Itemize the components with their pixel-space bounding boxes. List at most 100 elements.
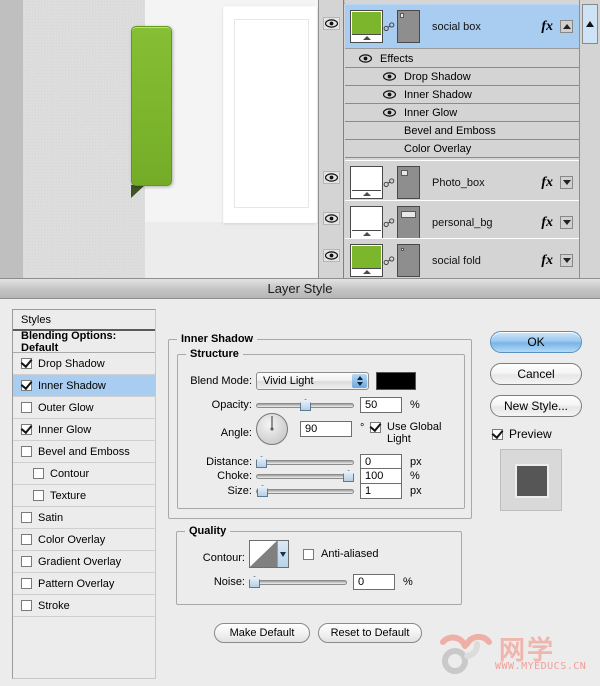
checkbox-color-overlay[interactable] <box>21 534 32 545</box>
style-item-color-overlay[interactable]: Color Overlay <box>13 529 155 551</box>
noise-slider[interactable] <box>249 575 347 589</box>
eye-icon[interactable] <box>323 17 340 30</box>
layer-row-photo-box[interactable]: ☍ Photo_box fx <box>345 160 579 205</box>
effect-row-bevel-and-emboss[interactable]: Bevel and Emboss <box>345 122 579 140</box>
style-item-contour[interactable]: Contour <box>13 463 155 485</box>
eye-icon[interactable] <box>323 212 340 225</box>
fx-badge-icon[interactable]: fx <box>541 215 553 231</box>
eye-icon[interactable] <box>323 249 340 262</box>
checkbox-pattern-overlay[interactable] <box>21 578 32 589</box>
chevron-down-icon[interactable] <box>277 541 288 567</box>
make-default-button[interactable]: Make Default <box>214 623 310 643</box>
new-style-button[interactable]: New Style... <box>490 395 582 417</box>
checkbox-contour[interactable] <box>33 468 44 479</box>
eye-icon[interactable] <box>357 53 374 65</box>
checkbox-bevel-and-emboss[interactable] <box>21 446 32 457</box>
effects-row[interactable]: Effects <box>345 50 579 68</box>
layers-panel[interactable]: ☍ social box fx Effects Drop Shadow Inne… <box>318 0 600 278</box>
blend-mode-select[interactable]: Vivid Light <box>256 372 369 390</box>
style-item-satin[interactable]: Satin <box>13 507 155 529</box>
layers-scrollbar[interactable] <box>579 0 600 278</box>
link-mask-icon[interactable]: ☍ <box>383 20 395 34</box>
layer-mask-thumbnail[interactable] <box>397 244 420 277</box>
effect-row-color-overlay[interactable]: Color Overlay <box>345 140 579 158</box>
style-item-inner-glow[interactable]: Inner Glow <box>13 419 155 441</box>
checkbox-inner-shadow[interactable] <box>21 380 32 391</box>
expand-effects-toggle[interactable] <box>560 254 573 267</box>
slider-knob[interactable] <box>249 576 260 588</box>
fx-badge-icon[interactable]: fx <box>541 175 553 191</box>
size-input[interactable]: 1 <box>360 483 402 499</box>
eye-icon[interactable] <box>381 71 398 83</box>
distance-slider[interactable] <box>256 455 354 469</box>
checkbox-drop-shadow[interactable] <box>21 358 32 369</box>
style-item-pattern-overlay[interactable]: Pattern Overlay <box>13 573 155 595</box>
layers-list[interactable]: ☍ social box fx Effects Drop Shadow Inne… <box>345 0 579 278</box>
layer-mask-thumbnail[interactable] <box>397 206 420 239</box>
fx-badge-icon[interactable]: fx <box>541 19 553 35</box>
checkbox-anti-aliased[interactable] <box>303 549 314 560</box>
effect-row-inner-glow[interactable]: Inner Glow <box>345 104 579 122</box>
eye-icon[interactable] <box>381 89 398 101</box>
eye-icon[interactable] <box>381 107 398 119</box>
scroll-up-button[interactable] <box>582 4 598 44</box>
choke-slider[interactable] <box>256 469 354 483</box>
checkbox-preview[interactable] <box>492 428 503 440</box>
link-mask-icon[interactable]: ☍ <box>383 176 395 190</box>
style-item-drop-shadow[interactable]: Drop Shadow <box>13 353 155 375</box>
checkbox-gradient-overlay[interactable] <box>21 556 32 567</box>
layer-style-dialog[interactable]: Layer Style Styles Blending Options: Def… <box>0 278 600 686</box>
checkbox-texture[interactable] <box>33 490 44 501</box>
layer-mask-thumbnail[interactable] <box>397 166 420 199</box>
layer-mask-thumbnail[interactable] <box>397 10 420 43</box>
opacity-input[interactable]: 50 <box>360 397 402 413</box>
fx-badge-icon[interactable]: fx <box>541 253 553 269</box>
layer-thumbnail[interactable] <box>350 244 383 277</box>
social-box-shape[interactable] <box>131 26 172 186</box>
layer-thumbnail[interactable] <box>350 206 383 239</box>
noise-input[interactable]: 0 <box>353 574 395 590</box>
document-canvas[interactable] <box>0 0 318 278</box>
link-mask-icon[interactable]: ☍ <box>383 254 395 268</box>
slider-knob[interactable] <box>343 470 354 482</box>
size-slider[interactable] <box>256 484 354 498</box>
expand-effects-toggle[interactable] <box>560 216 573 229</box>
eye-icon[interactable] <box>323 171 340 184</box>
styles-list-header[interactable]: Styles <box>13 310 155 331</box>
layer-row-social-fold[interactable]: ☍ social fold fx <box>345 238 579 278</box>
style-item-gradient-overlay[interactable]: Gradient Overlay <box>13 551 155 573</box>
style-item-bevel-and-emboss[interactable]: Bevel and Emboss <box>13 441 155 463</box>
slider-knob[interactable] <box>256 456 267 468</box>
cancel-button[interactable]: Cancel <box>490 363 582 385</box>
checkbox-inner-glow[interactable] <box>21 424 32 435</box>
slider-knob[interactable] <box>257 485 268 497</box>
contour-preset-picker[interactable] <box>249 540 289 568</box>
blending-options-item[interactable]: Blending Options: Default <box>13 330 155 354</box>
effect-row-inner-shadow[interactable]: Inner Shadow <box>345 86 579 104</box>
checkbox-stroke[interactable] <box>21 600 32 611</box>
slider-knob[interactable] <box>300 399 311 411</box>
checkbox-outer-glow[interactable] <box>21 402 32 413</box>
style-item-stroke[interactable]: Stroke <box>13 595 155 617</box>
choke-input[interactable]: 100 <box>360 468 402 484</box>
expand-effects-toggle[interactable] <box>560 20 573 33</box>
effect-row-drop-shadow[interactable]: Drop Shadow <box>345 68 579 86</box>
layer-thumbnail[interactable] <box>350 10 383 43</box>
angle-dial[interactable] <box>256 413 288 445</box>
chevron-updown-icon[interactable] <box>352 374 367 388</box>
angle-input[interactable]: 90 <box>300 421 352 437</box>
style-item-texture[interactable]: Texture <box>13 485 155 507</box>
styles-list-panel[interactable]: Styles Blending Options: Default Drop Sh… <box>12 309 156 679</box>
preview-toggle-row[interactable]: Preview <box>492 427 590 441</box>
layer-thumbnail[interactable] <box>350 166 383 199</box>
style-item-outer-glow[interactable]: Outer Glow <box>13 397 155 419</box>
reset-to-default-button[interactable]: Reset to Default <box>318 623 422 643</box>
link-mask-icon[interactable]: ☍ <box>383 216 395 230</box>
opacity-slider[interactable] <box>256 398 354 412</box>
checkbox-satin[interactable] <box>21 512 32 523</box>
expand-effects-toggle[interactable] <box>560 176 573 189</box>
layer-row-social-box[interactable]: ☍ social box fx <box>345 4 579 49</box>
ok-button[interactable]: OK <box>490 331 582 353</box>
style-item-inner-shadow[interactable]: Inner Shadow <box>13 375 155 397</box>
checkbox-use-global-light[interactable] <box>370 422 381 433</box>
